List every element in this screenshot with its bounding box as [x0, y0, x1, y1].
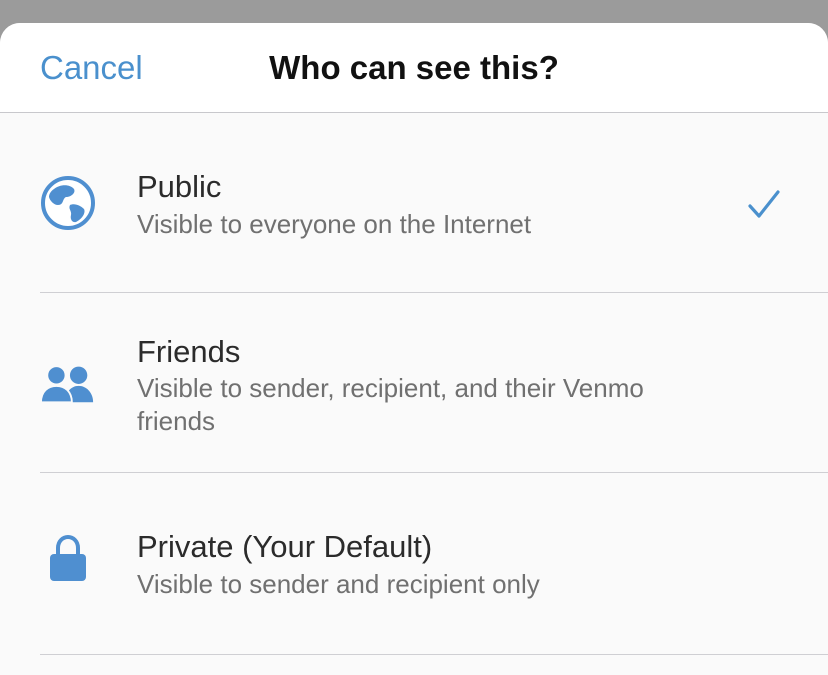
checkmark-icon [746, 187, 782, 223]
option-label: Friends [137, 334, 241, 369]
option-friends[interactable]: Friends Visible to sender, recipient, an… [0, 293, 828, 473]
option-public[interactable]: Public Visible to everyone on the Intern… [0, 113, 828, 293]
globe-icon [40, 175, 96, 231]
option-description: Visible to sender and recipient only [137, 569, 540, 599]
option-label: Public [137, 169, 222, 204]
option-description: Visible to everyone on the Internet [137, 209, 532, 239]
option-label: Private (Your Default) [137, 529, 433, 564]
nav-bar: Cancel Who can see this? [0, 23, 828, 113]
option-description: Visible to sender, recipient, and their … [137, 373, 644, 436]
option-private[interactable]: Private (Your Default) Visible to sender… [0, 473, 828, 655]
privacy-sheet: Cancel Who can see this? Public Visible … [0, 23, 828, 675]
sheet-title: Who can see this? [269, 49, 559, 86]
lock-icon [40, 531, 96, 587]
friends-icon [40, 355, 96, 411]
divider [40, 654, 828, 655]
